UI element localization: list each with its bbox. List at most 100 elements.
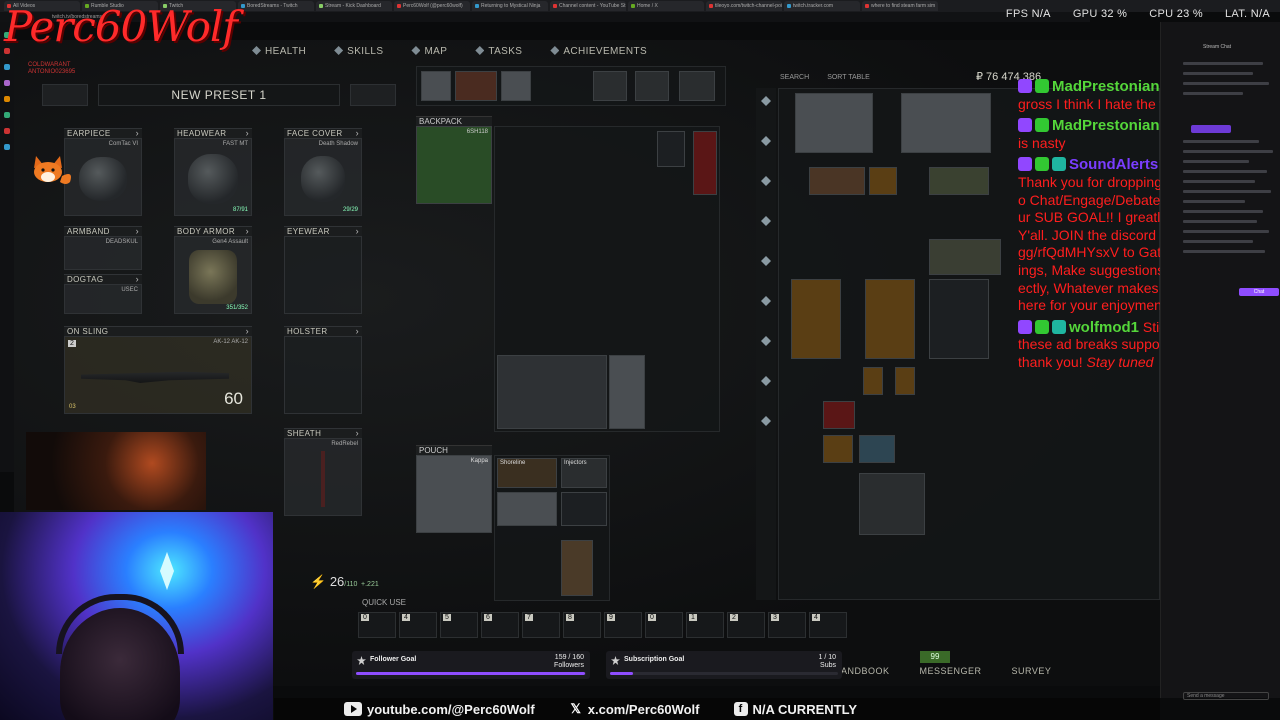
pouch-slot[interactable]: Kappa xyxy=(416,455,492,533)
quick-slot[interactable]: 0 xyxy=(645,612,683,638)
pouch-item[interactable] xyxy=(497,492,557,526)
quick-slot[interactable]: 1 xyxy=(686,612,724,638)
holster-slot[interactable] xyxy=(284,336,362,414)
messenger-tab[interactable]: MESSENGER xyxy=(920,666,982,676)
armband-slot[interactable]: DEADSKUL xyxy=(64,236,142,270)
filter-food-icon[interactable] xyxy=(761,336,771,346)
backpack-item[interactable] xyxy=(657,131,685,167)
preset-menu-button[interactable] xyxy=(42,84,88,106)
filter-gear-icon[interactable] xyxy=(761,176,771,186)
nav-map[interactable]: MAP xyxy=(411,46,447,57)
quick-slot[interactable]: 5 xyxy=(440,612,478,638)
quick-slot[interactable]: 9 xyxy=(604,612,642,638)
rig-item[interactable] xyxy=(501,71,531,101)
rig-item[interactable] xyxy=(421,71,451,101)
app-icon[interactable] xyxy=(4,80,10,86)
filter-containers-icon[interactable] xyxy=(761,216,771,226)
quick-slot[interactable]: 3 xyxy=(768,612,806,638)
rig-item[interactable] xyxy=(593,71,627,101)
stash-item[interactable] xyxy=(895,367,915,395)
stash-item[interactable] xyxy=(859,435,895,463)
survey-tab[interactable]: SURVEY xyxy=(1012,666,1052,676)
stash-item[interactable] xyxy=(823,401,855,429)
earpiece-slot[interactable]: ComTac VI xyxy=(64,138,142,216)
quick-slot[interactable]: 2 xyxy=(727,612,765,638)
eyewear-slot[interactable] xyxy=(284,236,362,314)
app-icon[interactable] xyxy=(4,144,10,150)
stash-item-bottles[interactable] xyxy=(929,279,989,359)
filter-meds-icon[interactable] xyxy=(761,296,771,306)
pouch-item[interactable] xyxy=(561,540,593,596)
browser-tab[interactable]: Channel content - YouTube St xyxy=(550,1,626,11)
facebook-link[interactable]: f N/A CURRENTLY xyxy=(733,702,857,717)
browser-tab[interactable]: Returning to Mystical Ninja xyxy=(472,1,548,11)
create-clip-button[interactable] xyxy=(1191,125,1231,133)
rig-item[interactable] xyxy=(679,71,715,101)
quick-slot[interactable]: 7 xyxy=(522,612,560,638)
quick-slot[interactable]: 4 xyxy=(399,612,437,638)
stash-item-vase[interactable] xyxy=(865,279,915,359)
browser-tab[interactable]: tileoyo.com/twitch-channel-poi xyxy=(706,1,782,11)
pouch-item-injectors[interactable]: Injectors xyxy=(561,458,607,488)
app-icon[interactable] xyxy=(4,96,10,102)
pouch-item-shoreline[interactable]: Shoreline xyxy=(497,458,557,488)
chat-button[interactable]: Chat xyxy=(1239,288,1279,296)
nav-skills[interactable]: SKILLS xyxy=(334,46,383,57)
stash-item[interactable] xyxy=(809,167,865,195)
stash-item[interactable] xyxy=(863,367,883,395)
stash-item-skull[interactable] xyxy=(823,435,853,463)
app-icon[interactable] xyxy=(4,128,10,134)
pouch-grid[interactable]: Shoreline Injectors xyxy=(494,455,610,601)
nav-achievements[interactable]: ACHIEVEMENTS xyxy=(550,46,647,57)
stash-item-case[interactable] xyxy=(901,93,991,153)
backpack-item[interactable] xyxy=(497,355,607,429)
browser-tab[interactable]: Stream - Kick Dashboard xyxy=(316,1,392,11)
sheath-slot[interactable]: RedRebel xyxy=(284,438,362,516)
stash-item-vase[interactable] xyxy=(791,279,841,359)
sort-table-button[interactable]: SORT TABLE xyxy=(827,74,870,81)
youtube-link[interactable]: youtube.com/@Perc60Wolf xyxy=(344,702,535,717)
backpack-item[interactable] xyxy=(609,355,645,429)
on-sling-slot[interactable]: 2 AK-12 AK-12 03 60 xyxy=(64,336,252,414)
quick-slot[interactable]: 4 xyxy=(809,612,847,638)
browser-tab[interactable]: Home / X xyxy=(628,1,704,11)
nav-tasks[interactable]: TASKS xyxy=(475,46,522,57)
browser-tab[interactable]: BoredStreams - Twitch xyxy=(238,1,314,11)
handbook-tab[interactable]: HANDBOOK xyxy=(834,666,890,676)
headwear-slot[interactable]: FAST MT 87/91 xyxy=(174,138,252,216)
nav-health[interactable]: HEALTH xyxy=(252,46,306,57)
app-icon[interactable] xyxy=(4,112,10,118)
filter-keys-icon[interactable] xyxy=(761,256,771,266)
rig-item[interactable] xyxy=(635,71,669,101)
browser-tab[interactable]: where to find steam farm sim xyxy=(862,1,938,11)
save-preset-button[interactable] xyxy=(350,84,396,106)
rig-item[interactable] xyxy=(455,71,497,101)
app-icon[interactable] xyxy=(4,64,10,70)
face-cover-slot[interactable]: Death Shadow 29/29 xyxy=(284,138,362,216)
send-message-input[interactable]: Send a message xyxy=(1183,692,1269,700)
filter-barter-icon[interactable] xyxy=(761,376,771,386)
quick-slot[interactable]: 0 xyxy=(358,612,396,638)
stash-item[interactable] xyxy=(929,239,1001,275)
tactical-rig-grid[interactable] xyxy=(416,66,726,106)
backpack-grid[interactable] xyxy=(494,126,720,432)
pouch-item[interactable] xyxy=(561,492,607,526)
backpack-slot[interactable]: 6SH118 xyxy=(416,126,492,204)
filter-weapons-icon[interactable] xyxy=(761,136,771,146)
body-armor-slot[interactable]: Gen4 Assault 351/352 xyxy=(174,236,252,314)
filter-all-icon[interactable] xyxy=(761,96,771,106)
browser-tab[interactable]: Perc60Wolf (@perc60wolf) xyxy=(394,1,470,11)
filter-info-icon[interactable] xyxy=(761,416,771,426)
stash-item-case[interactable] xyxy=(795,93,873,153)
stash-search-button[interactable]: SEARCH xyxy=(780,74,809,81)
dogtag-slot[interactable]: USEC xyxy=(64,284,142,314)
browser-tab[interactable]: twitch.tracker.com xyxy=(784,1,860,11)
x-link[interactable]: 𝕏x.com/Perc60Wolf xyxy=(569,702,700,717)
preset-title[interactable]: NEW PRESET 1 xyxy=(98,84,340,106)
stash-item-magazines[interactable] xyxy=(859,473,925,535)
stash-item[interactable] xyxy=(869,167,897,195)
backpack-item[interactable] xyxy=(693,131,717,195)
quick-slot[interactable]: 8 xyxy=(563,612,601,638)
quick-slot[interactable]: 6 xyxy=(481,612,519,638)
stash-item[interactable] xyxy=(929,167,989,195)
